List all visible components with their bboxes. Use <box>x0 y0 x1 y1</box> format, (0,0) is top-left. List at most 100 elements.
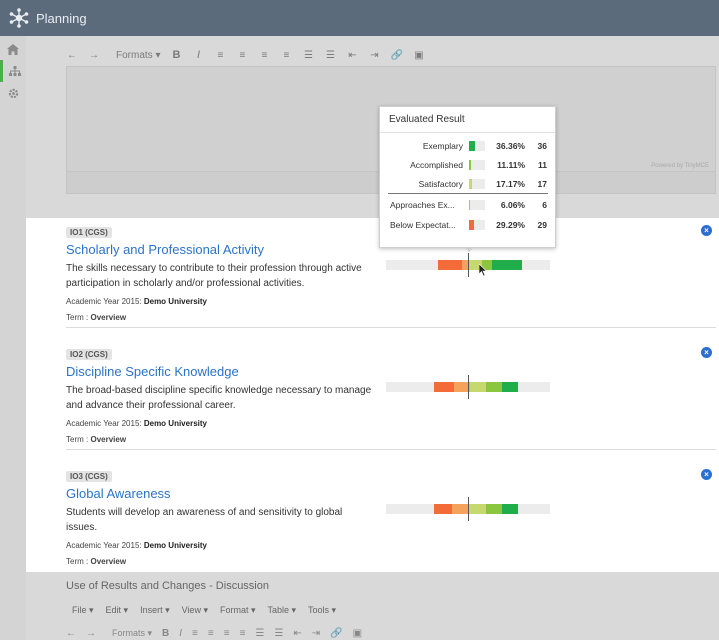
tooltip-row: Approaches Ex... 6.06% 6 <box>390 200 547 210</box>
outdent-icon[interactable]: ⇤ <box>346 50 358 61</box>
result-bar[interactable] <box>386 253 550 277</box>
tooltip-mini-bar <box>469 220 474 230</box>
link-icon[interactable]: 🔗 <box>330 628 342 639</box>
tooltip-row: Below Expectat... 29.29% 29 <box>390 220 547 230</box>
tooltip-row: Exemplary 36.36% 36 <box>422 141 547 151</box>
bar-marker <box>468 375 469 399</box>
outcome-term: Term : Overview <box>66 313 127 322</box>
outcome-year: Academic Year 2015: Demo University <box>66 419 207 428</box>
menu-format[interactable]: Format ▾ <box>220 605 256 616</box>
formats-dropdown[interactable]: Formats ▾ <box>116 50 160 61</box>
bar-segment-below[interactable] <box>438 260 462 270</box>
app-header: Planning <box>0 0 719 36</box>
gear-icon[interactable] <box>0 82 26 104</box>
bar-marker <box>468 253 469 277</box>
outcome-term: Term : Overview <box>66 557 127 566</box>
outcome-title-link[interactable]: Global Awareness <box>66 486 716 501</box>
menu-tools[interactable]: Tools ▾ <box>308 605 336 616</box>
bullet-list-icon[interactable]: ☰ <box>302 50 314 61</box>
bar-marker <box>468 497 469 521</box>
mouse-cursor-icon <box>478 263 488 281</box>
indent-icon[interactable]: ⇥ <box>312 628 320 639</box>
editor-toolbar-bottom: ← → Formats ▾ B I ≡ ≡ ≡ ≡ ☰ ☰ ⇤ ⇥ 🔗 ▣ <box>66 626 362 640</box>
evaluated-result-tooltip: Evaluated Result Exemplary 36.36% 36 Acc… <box>379 106 556 248</box>
redo-icon[interactable]: → <box>88 50 100 61</box>
result-bar[interactable] <box>386 497 550 521</box>
editor-toolbar: ← → Formats ▾ B I ≡ ≡ ≡ ≡ ☰ ☰ ⇤ ⇥ 🔗 ▣ <box>66 44 425 66</box>
outcome-code-badge: IO3 (CGS) <box>66 471 112 482</box>
tooltip-row: Accomplished 11.11% 11 <box>410 160 547 170</box>
outcome-code-badge: IO2 (CGS) <box>66 349 112 360</box>
image-icon[interactable]: ▣ <box>413 50 425 61</box>
italic-button[interactable]: I <box>179 628 182 639</box>
formats-dropdown[interactable]: Formats ▾ <box>112 628 152 639</box>
bar-segment-exemplary[interactable] <box>502 382 518 392</box>
app-title: Planning <box>36 10 87 26</box>
outcome-title-link[interactable]: Discipline Specific Knowledge <box>66 364 716 379</box>
bar-segment-approaches[interactable] <box>452 504 468 514</box>
left-sidebar <box>0 36 26 640</box>
align-left-icon[interactable]: ≡ <box>192 628 198 639</box>
tooltip-row: Satisfactory 17.17% 17 <box>418 179 547 189</box>
remove-outcome-button[interactable]: × <box>701 347 712 358</box>
align-right-icon[interactable]: ≡ <box>224 628 230 639</box>
align-left-icon[interactable]: ≡ <box>214 50 226 61</box>
powered-by-label: Powered by TinyMCE <box>651 163 709 169</box>
bar-segment-satisfactory[interactable] <box>470 382 486 392</box>
tooltip-arrow <box>464 247 474 252</box>
bold-button[interactable]: B <box>162 628 169 639</box>
italic-button[interactable]: I <box>192 49 204 61</box>
undo-icon[interactable]: ← <box>66 50 78 61</box>
menu-table[interactable]: Table ▾ <box>268 605 297 616</box>
tooltip-mini-bar <box>469 141 475 151</box>
result-bar[interactable] <box>386 375 550 399</box>
bar-segment-below[interactable] <box>434 382 454 392</box>
menu-insert[interactable]: Insert ▾ <box>140 605 170 616</box>
align-right-icon[interactable]: ≡ <box>258 50 270 61</box>
outcome-description: The skills necessary to contribute to th… <box>66 263 362 289</box>
divider <box>66 449 716 450</box>
home-icon[interactable] <box>0 38 26 60</box>
outdent-icon[interactable]: ⇤ <box>293 628 301 639</box>
bar-segment-accomplished[interactable] <box>486 382 502 392</box>
tooltip-mini-bar <box>469 160 471 170</box>
align-center-icon[interactable]: ≡ <box>208 628 214 639</box>
redo-icon[interactable]: → <box>86 628 96 639</box>
align-justify-icon[interactable]: ≡ <box>280 50 292 61</box>
editor-menubar: File ▾ Edit ▾ Insert ▾ View ▾ Format ▾ T… <box>66 600 336 620</box>
outcome-item: IO1 (CGS) Scholarly and Professional Act… <box>26 222 716 322</box>
outcome-item: IO2 (CGS) Discipline Specific Knowledge … <box>26 344 716 444</box>
outcome-code-badge: IO1 (CGS) <box>66 227 112 238</box>
outcome-term: Term : Overview <box>66 435 127 444</box>
bar-segment-satisfactory[interactable] <box>468 504 486 514</box>
tooltip-separator <box>388 193 548 194</box>
tooltip-mini-bar <box>469 179 472 189</box>
hierarchy-icon[interactable] <box>0 60 26 82</box>
section-title: Use of Results and Changes - Discussion <box>66 580 269 592</box>
menu-edit[interactable]: Edit ▾ <box>106 605 129 616</box>
undo-icon[interactable]: ← <box>66 628 76 639</box>
remove-outcome-button[interactable]: × <box>701 225 712 236</box>
outcome-description: Students will develop an awareness of an… <box>66 507 343 533</box>
indent-icon[interactable]: ⇥ <box>368 50 380 61</box>
link-icon[interactable]: 🔗 <box>390 50 402 61</box>
divider <box>66 327 716 328</box>
numbered-list-icon[interactable]: ☰ <box>324 50 336 61</box>
bar-segment-exemplary[interactable] <box>492 260 522 270</box>
outcome-item: IO3 (CGS) Global Awareness Students will… <box>26 466 716 566</box>
numbered-list-icon[interactable]: ☰ <box>274 628 283 639</box>
image-icon[interactable]: ▣ <box>353 628 362 639</box>
align-justify-icon[interactable]: ≡ <box>240 628 246 639</box>
tooltip-mini-bar <box>469 200 470 210</box>
bar-segment-exemplary[interactable] <box>502 504 518 514</box>
bold-button[interactable]: B <box>170 49 182 61</box>
remove-outcome-button[interactable]: × <box>701 469 712 480</box>
bar-segment-accomplished[interactable] <box>486 504 502 514</box>
tooltip-title: Evaluated Result <box>380 107 555 133</box>
bullet-list-icon[interactable]: ☰ <box>255 628 264 639</box>
bar-segment-below[interactable] <box>434 504 452 514</box>
menu-file[interactable]: File ▾ <box>72 605 94 616</box>
menu-view[interactable]: View ▾ <box>182 605 208 616</box>
network-logo-icon[interactable] <box>8 7 30 29</box>
align-center-icon[interactable]: ≡ <box>236 50 248 61</box>
